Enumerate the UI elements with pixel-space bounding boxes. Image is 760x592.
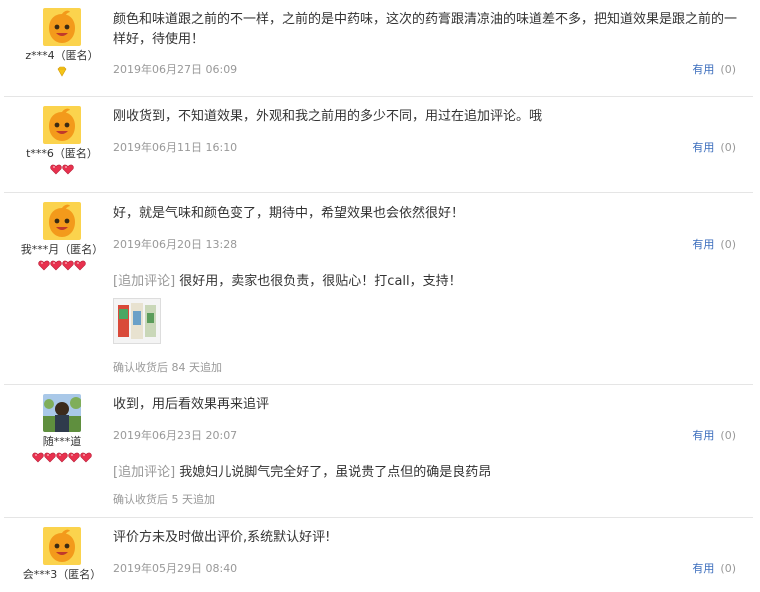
useful-button[interactable]: 有用 bbox=[692, 429, 714, 442]
review-content: 好，就是气味和颜色变了，期待中，希望效果也会依然很好！ bbox=[113, 206, 465, 221]
buyer-rank bbox=[10, 452, 114, 464]
useful-button[interactable]: 有用 bbox=[692, 63, 714, 76]
useful-vote: 有用 (0) bbox=[692, 139, 736, 155]
reviewer: 我***月（匿名） bbox=[10, 202, 114, 272]
append-review: [追加评论] 我媳妇儿说脚气完全好了，虽说贵了点但的确是良药昂 bbox=[113, 461, 491, 480]
useful-button[interactable]: 有用 bbox=[692, 562, 714, 575]
append-timing: 确认收货后 5 天追加 bbox=[113, 493, 215, 506]
useful-count: (0) bbox=[720, 238, 736, 251]
review-photo-thumbnail[interactable] bbox=[113, 298, 161, 344]
reviewer-name: z***4（匿名） bbox=[25, 49, 99, 62]
review-content: 颜色和味道跟之前的不一样，之前的是中药味，这次的药膏跟清凉油的味道差不多，把知道… bbox=[113, 12, 738, 47]
useful-button[interactable]: 有用 bbox=[692, 238, 714, 251]
avatar[interactable] bbox=[43, 106, 81, 144]
product-photo bbox=[114, 299, 160, 343]
review-date: 2019年05月29日 08:40 bbox=[113, 562, 238, 575]
avatar[interactable] bbox=[43, 527, 81, 565]
reviewer: z***4（匿名） bbox=[10, 8, 114, 78]
taobao-baby-avatar-icon bbox=[43, 8, 81, 46]
reviewer-name: 随***道 bbox=[42, 435, 82, 448]
append-text: 很好用，卖家也很负责，很贴心！打call，支持！ bbox=[179, 274, 462, 289]
heart-icon bbox=[44, 452, 56, 463]
useful-vote: 有用 (0) bbox=[692, 427, 736, 443]
taobao-baby-avatar-icon bbox=[43, 527, 81, 565]
append-timing: 确认收货后 84 天追加 bbox=[113, 361, 222, 374]
taobao-baby-avatar-icon bbox=[43, 106, 81, 144]
useful-button[interactable]: 有用 bbox=[692, 141, 714, 154]
append-tag: [追加评论] bbox=[113, 465, 176, 480]
useful-count: (0) bbox=[720, 562, 736, 575]
review-date: 2019年06月23日 20:07 bbox=[113, 429, 238, 442]
buyer-rank bbox=[10, 260, 114, 272]
heart-icon bbox=[74, 260, 86, 271]
reviewer-name: 我***月（匿名） bbox=[20, 243, 104, 256]
reviewer-name: t***6（匿名） bbox=[26, 147, 98, 160]
append-text: 我媳妇儿说脚气完全好了，虽说贵了点但的确是良药昂 bbox=[179, 465, 492, 480]
heart-icon bbox=[38, 260, 50, 271]
useful-count: (0) bbox=[720, 429, 736, 442]
review-date: 2019年06月20日 13:28 bbox=[113, 238, 238, 251]
useful-count: (0) bbox=[720, 141, 736, 154]
separator bbox=[4, 96, 753, 97]
user-photo-avatar bbox=[43, 394, 81, 432]
useful-vote: 有用 (0) bbox=[692, 560, 736, 576]
reviewer-name: 会***3（匿名） bbox=[22, 568, 102, 581]
reviewer: t***6（匿名） bbox=[10, 106, 114, 176]
review-content: 收到，用后看效果再来追评 bbox=[113, 397, 270, 412]
avatar[interactable] bbox=[43, 8, 81, 46]
heart-icon bbox=[32, 452, 44, 463]
buyer-rank bbox=[10, 66, 114, 78]
separator bbox=[4, 517, 753, 518]
append-review: [追加评论] 很好用，卖家也很负责，很贴心！打call，支持！ bbox=[113, 270, 462, 289]
heart-icon bbox=[62, 260, 74, 271]
reviewer: 随***道 bbox=[10, 394, 114, 464]
review-date: 2019年06月11日 16:10 bbox=[113, 141, 238, 154]
avatar[interactable] bbox=[43, 202, 81, 240]
heart-icon bbox=[68, 452, 80, 463]
buyer-rank bbox=[10, 164, 114, 176]
review-content: 评价方未及时做出评价,系统默认好评! bbox=[113, 530, 331, 545]
separator bbox=[4, 192, 753, 193]
useful-count: (0) bbox=[720, 63, 736, 76]
useful-vote: 有用 (0) bbox=[692, 61, 736, 77]
append-tag: [追加评论] bbox=[113, 274, 176, 289]
taobao-baby-avatar-icon bbox=[43, 202, 81, 240]
heart-icon bbox=[62, 164, 74, 175]
review-content: 刚收货到，不知道效果，外观和我之前用的多少不同，用过在追加评论。哦 bbox=[113, 109, 543, 124]
separator bbox=[4, 384, 753, 385]
reviewer: 会***3（匿名） bbox=[10, 527, 114, 582]
diamond-icon bbox=[57, 66, 67, 77]
heart-icon bbox=[56, 452, 68, 463]
heart-icon bbox=[50, 164, 62, 175]
heart-icon bbox=[50, 260, 62, 271]
review-date: 2019年06月27日 06:09 bbox=[113, 63, 238, 76]
avatar[interactable] bbox=[43, 394, 81, 432]
useful-vote: 有用 (0) bbox=[692, 236, 736, 252]
heart-icon bbox=[80, 452, 92, 463]
